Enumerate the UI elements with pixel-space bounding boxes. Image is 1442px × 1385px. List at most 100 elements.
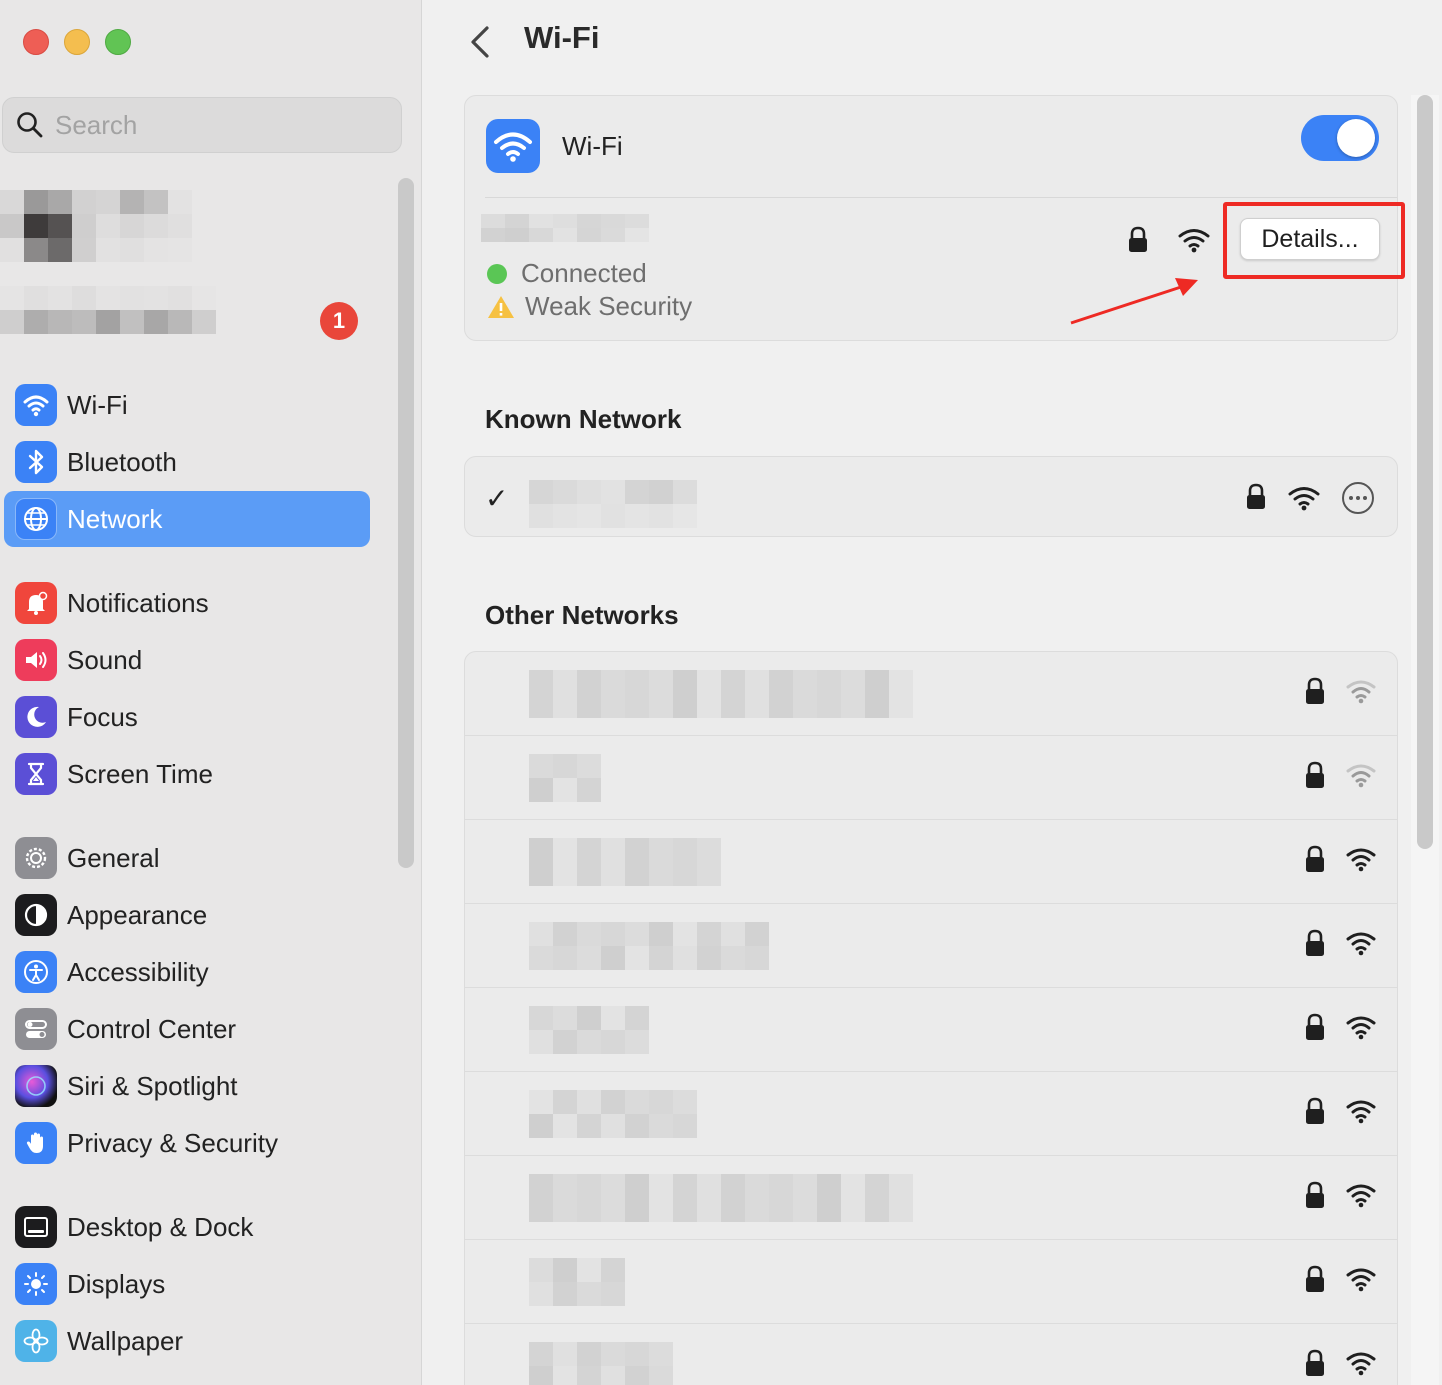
- sidebar-item-label: Notifications: [67, 587, 209, 618]
- network-name-blurred: [529, 1342, 673, 1385]
- sidebar-item-displays[interactable]: Displays: [4, 1256, 370, 1312]
- other-networks-list: [464, 651, 1398, 1385]
- lock-icon: [1306, 1265, 1324, 1292]
- lock-icon: [1306, 1013, 1324, 1040]
- sidebar-item-notifications[interactable]: Notifications: [4, 575, 370, 631]
- network-name-blurred: [529, 754, 601, 802]
- globe-icon: [15, 498, 57, 540]
- search-input[interactable]: [55, 109, 375, 141]
- known-network-card: ✓: [464, 456, 1398, 537]
- sidebar-item-siri-spotlight[interactable]: Siri & Spotlight: [4, 1058, 370, 1114]
- lock-icon: [1306, 929, 1324, 956]
- sidebar-scrollbar[interactable]: [398, 178, 414, 868]
- sidebar-item-label: Displays: [67, 1268, 166, 1299]
- network-row[interactable]: [465, 736, 1397, 820]
- sidebar-item-label: Siri & Spotlight: [67, 1070, 238, 1101]
- sidebar-item-privacy-security[interactable]: Privacy & Security: [4, 1115, 370, 1171]
- known-network-heading: Known Network: [485, 404, 682, 434]
- flower-icon: [15, 1320, 57, 1362]
- divider: [485, 197, 1397, 198]
- network-row[interactable]: [465, 1156, 1397, 1240]
- wifi-signal-icon: [1346, 1352, 1376, 1376]
- security-warning-text: Weak Security: [525, 291, 693, 321]
- current-network-name-blurred: [481, 214, 649, 242]
- sidebar-item-network[interactable]: Network: [4, 491, 370, 547]
- sidebar-item-bluetooth[interactable]: Bluetooth: [4, 434, 370, 490]
- connection-status: Connected: [487, 258, 647, 289]
- sidebar-item-label: General: [67, 842, 160, 873]
- lock-icon: [1306, 1349, 1324, 1376]
- sidebar-item-wifi[interactable]: Wi-Fi: [4, 377, 370, 433]
- zoom-window-button[interactable]: [105, 29, 131, 55]
- sun-icon: [15, 1263, 57, 1305]
- network-name-blurred: [529, 922, 769, 970]
- network-name-blurred: [529, 1006, 649, 1054]
- sidebar-item-desktop-dock[interactable]: Desktop & Dock: [4, 1199, 370, 1255]
- apple-id-blurred[interactable]: [0, 286, 216, 334]
- sidebar-item-sound[interactable]: Sound: [4, 632, 370, 688]
- sidebar-item-general[interactable]: General: [4, 830, 370, 886]
- network-row[interactable]: [465, 820, 1397, 904]
- wifi-signal-icon: [1346, 1100, 1376, 1124]
- search-icon: [17, 112, 43, 138]
- search-field[interactable]: [2, 97, 402, 153]
- main-scrollbar[interactable]: [1417, 95, 1433, 849]
- other-networks-heading: Other Networks: [485, 600, 679, 630]
- sidebar-item-label: Control Center: [67, 1013, 237, 1044]
- sidebar-item-screen-time[interactable]: Screen Time: [4, 746, 370, 802]
- wifi-signal-icon: [1346, 1016, 1376, 1040]
- network-row[interactable]: [465, 904, 1397, 988]
- minimize-window-button[interactable]: [64, 29, 90, 55]
- sidebar-item-focus[interactable]: Focus: [4, 689, 370, 745]
- security-warning: Weak Security: [487, 291, 692, 322]
- gear-icon: [15, 837, 57, 879]
- wifi-signal-icon: [1288, 487, 1320, 511]
- bluetooth-icon: [15, 441, 57, 483]
- sidebar-item-label: Screen Time: [67, 758, 213, 789]
- more-options-icon[interactable]: [1341, 481, 1375, 515]
- wifi-toggle-switch[interactable]: [1301, 115, 1379, 161]
- sidebar-item-wallpaper[interactable]: Wallpaper: [4, 1313, 370, 1369]
- known-network-name-blurred[interactable]: [529, 480, 697, 528]
- hand-icon: [15, 1122, 57, 1164]
- network-row[interactable]: [465, 1072, 1397, 1156]
- wifi-signal-icon: [1178, 229, 1210, 253]
- network-row[interactable]: [465, 652, 1397, 736]
- lock-icon: [1306, 1097, 1324, 1124]
- sidebar-item-label: Sound: [67, 644, 143, 675]
- sidebar-item-label: Wallpaper: [67, 1325, 184, 1356]
- wifi-icon: [15, 384, 57, 426]
- wifi-signal-icon: [1346, 932, 1376, 956]
- network-name-blurred: [529, 1174, 913, 1222]
- annotation-highlight-box: [1223, 202, 1405, 279]
- toggles-icon: [15, 1008, 57, 1050]
- annotation-arrow-icon: [1070, 278, 1198, 325]
- sidebar-item-label: Wi-Fi: [67, 389, 128, 420]
- sidebar-item-label: Accessibility: [67, 956, 209, 987]
- main-pane: Wi-Fi Wi-Fi Connected Weak Security Deta…: [423, 0, 1442, 1385]
- sidebar: 1 Wi-Fi Bluetooth Network Notifications …: [0, 0, 422, 1385]
- moon-icon: [15, 696, 57, 738]
- dock-icon: [15, 1206, 57, 1248]
- bell-icon: [15, 582, 57, 624]
- network-row[interactable]: [465, 1240, 1397, 1324]
- hourglass-icon: [15, 753, 57, 795]
- network-name-blurred: [529, 838, 721, 886]
- close-window-button[interactable]: [23, 29, 49, 55]
- warning-icon: [488, 295, 514, 318]
- sidebar-item-accessibility[interactable]: Accessibility: [4, 944, 370, 1000]
- network-row[interactable]: [465, 1324, 1397, 1385]
- sidebar-item-control-center[interactable]: Control Center: [4, 1001, 370, 1057]
- network-name-blurred: [529, 1090, 697, 1138]
- window-controls: [23, 29, 131, 55]
- sidebar-item-label: Network: [67, 503, 163, 534]
- sidebar-item-appearance[interactable]: Appearance: [4, 887, 370, 943]
- checkmark-icon: ✓: [485, 483, 509, 514]
- appearance-icon: [15, 894, 57, 936]
- speaker-icon: [15, 639, 57, 681]
- lock-icon: [1306, 845, 1324, 872]
- network-row[interactable]: [465, 988, 1397, 1072]
- account-blurred[interactable]: [0, 190, 216, 262]
- lock-icon: [1306, 1181, 1324, 1208]
- back-chevron-icon[interactable]: [463, 22, 499, 62]
